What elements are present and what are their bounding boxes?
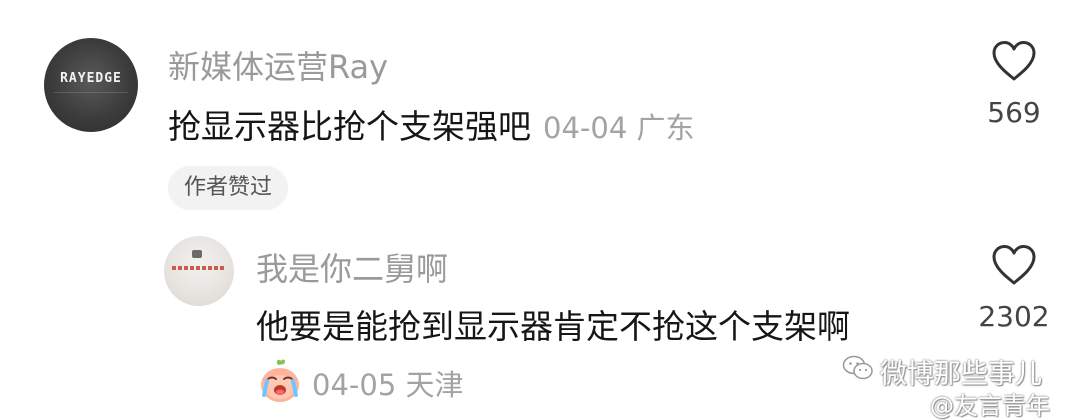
crying-face-emoji-icon xyxy=(256,357,312,409)
reply-like-button[interactable]: 2302 xyxy=(978,244,1050,333)
reply-username[interactable]: 我是你二舅啊 xyxy=(256,244,448,290)
reply-avatar[interactable] xyxy=(164,236,234,306)
avatar-logo-text: RAYEDGE xyxy=(60,71,122,86)
weibo-watermark: @友言青年 xyxy=(930,392,1050,420)
wechat-icon xyxy=(842,354,874,389)
reply-like-count: 2302 xyxy=(978,300,1050,333)
comment-text: 抢显示器比抢个支架强吧 xyxy=(168,107,531,146)
reply-meta: 04-05 天津 xyxy=(256,358,464,408)
heart-outline-icon[interactable] xyxy=(978,244,1050,286)
comment-meta: 04-04 广东 xyxy=(543,111,695,145)
comment-section: RAYEDGE 新媒体运营Ray 抢显示器比抢个支架强吧 04-04 广东 作者赞… xyxy=(0,0,1080,420)
comment-username[interactable]: 新媒体运营Ray xyxy=(168,42,388,88)
author-liked-badge: 作者赞过 xyxy=(168,166,289,210)
comment-location: 广东 xyxy=(636,111,695,145)
reply-text[interactable]: 他要是能抢到显示器肯定不抢这个支架啊 xyxy=(256,300,850,348)
heart-outline-icon[interactable] xyxy=(982,40,1046,82)
like-count: 569 xyxy=(987,96,1041,129)
comment-text-row[interactable]: 抢显示器比抢个支架强吧 04-04 广东 xyxy=(168,100,695,148)
reply-date-location: 04-05 天津 xyxy=(312,368,464,402)
comment-date: 04-04 xyxy=(543,111,628,145)
avatar[interactable]: RAYEDGE xyxy=(44,38,138,132)
like-button[interactable]: 569 xyxy=(982,40,1046,129)
